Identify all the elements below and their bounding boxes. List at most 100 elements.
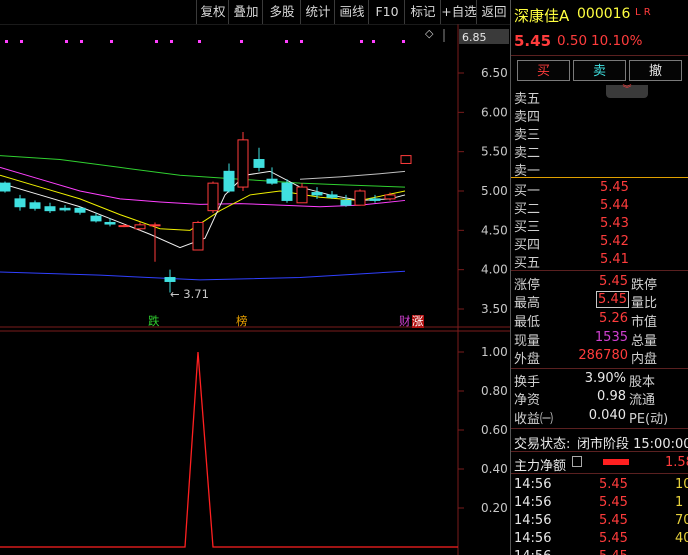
price-axis-tick: 6.50 bbox=[481, 66, 508, 80]
ma-line-gray bbox=[299, 170, 406, 180]
quote-value: 5.45 bbox=[596, 291, 629, 308]
kline-chart-area[interactable]: 6.50 6.00 5.50 5.00 4.50 4.00 3.50 6.85 ◇ 1.00 0.8… bbox=[0, 0, 510, 555]
fund-value: 3.90% bbox=[584, 371, 626, 386]
toolbar-button-4[interactable]: 画线 bbox=[334, 0, 369, 24]
tick-time: 14:56 bbox=[514, 495, 552, 510]
candlestick bbox=[281, 179, 293, 203]
event-marker-zhang[interactable]: 涨 bbox=[412, 314, 424, 328]
quote-label: 量比 bbox=[631, 296, 658, 311]
diamond-icon[interactable]: ◇ bbox=[425, 27, 434, 40]
toolbar-button-3[interactable]: 统计 bbox=[300, 0, 335, 24]
sell-button[interactable]: 卖 bbox=[573, 60, 626, 81]
candlestick bbox=[192, 220, 204, 251]
quote-value: 5.45 bbox=[599, 274, 628, 289]
sell-level-label: 卖二 bbox=[514, 146, 541, 161]
price-change-pct: 10.10% bbox=[591, 33, 643, 49]
stock-code: 000016 bbox=[577, 6, 631, 22]
buy-level-price: 5.41 bbox=[600, 252, 629, 267]
collapse-toggle[interactable]: ︾ bbox=[606, 85, 648, 98]
fund-label: 净资 bbox=[514, 393, 541, 408]
tick-price: 5.45 bbox=[599, 549, 628, 555]
price-axis-tick: 5.00 bbox=[481, 184, 508, 198]
candlestick bbox=[29, 200, 41, 211]
price-axis-current: 6.85 bbox=[462, 31, 487, 44]
tick-price: 5.45 bbox=[599, 495, 628, 510]
toolbar-button-0[interactable]: 复权 bbox=[196, 0, 229, 24]
stock-flags: L R bbox=[635, 7, 651, 18]
main-flow-value: 1.58 bbox=[665, 455, 688, 470]
toolbar-button-6[interactable]: 标记 bbox=[404, 0, 441, 24]
toolbar-button-1[interactable]: 叠加 bbox=[228, 0, 263, 24]
buy-level-price: 5.42 bbox=[600, 234, 629, 249]
tick-volume: 70 bbox=[675, 513, 688, 528]
quote-value: 5.26 bbox=[599, 311, 628, 326]
cancel-button[interactable]: 撤 bbox=[629, 60, 682, 81]
quote-label: 市值 bbox=[631, 315, 658, 330]
candlestick bbox=[326, 191, 338, 199]
quote-label: 总量 bbox=[631, 334, 658, 349]
buy-level-price: 5.44 bbox=[600, 198, 629, 213]
fund-value: 0.040 bbox=[588, 408, 626, 423]
candlestick bbox=[59, 205, 71, 212]
candlestick bbox=[354, 189, 366, 206]
price-axis-tick: 3.50 bbox=[481, 302, 508, 316]
tick-price: 5.45 bbox=[599, 531, 628, 546]
indicator-axis-tick: 0.20 bbox=[481, 501, 508, 515]
quote-label: 现量 bbox=[514, 334, 541, 349]
buy-button[interactable]: 买 bbox=[517, 60, 570, 81]
trade-status-value: 闭市阶段 15:00:00 bbox=[577, 437, 688, 452]
quote-label: 跌停 bbox=[631, 278, 658, 293]
candlestick bbox=[207, 181, 219, 214]
candlestick bbox=[237, 132, 249, 191]
quote-label: 最高 bbox=[514, 296, 541, 311]
sell-level-label: 卖四 bbox=[514, 110, 541, 125]
tick-volume: 10 bbox=[675, 477, 688, 492]
candlestick bbox=[266, 167, 278, 185]
buy-level-label: 买一 bbox=[514, 184, 541, 199]
buy-level-label: 买三 bbox=[514, 220, 541, 235]
price-axis-tick: 6.00 bbox=[481, 105, 508, 119]
stock-name[interactable]: 深康佳A bbox=[514, 5, 569, 26]
sell-level-label: 卖三 bbox=[514, 128, 541, 143]
indicator-axis-tick: 0.60 bbox=[481, 423, 508, 437]
candlestick bbox=[400, 155, 412, 164]
event-marker-bang[interactable]: 榜 bbox=[236, 314, 248, 328]
event-marker-die[interactable]: 跌 bbox=[148, 314, 160, 328]
candlestick bbox=[14, 194, 26, 211]
event-marker-cai[interactable]: 财 bbox=[399, 314, 411, 328]
price-change: 0.50 bbox=[557, 33, 588, 49]
candlestick bbox=[253, 147, 265, 172]
tick-time: 14:56 bbox=[514, 549, 551, 555]
toolbar-button-7[interactable]: +自选 bbox=[440, 0, 477, 24]
buy-level-price: 5.43 bbox=[600, 216, 629, 231]
buy-level-price: 5.45 bbox=[600, 180, 629, 195]
quote-label: 外盘 bbox=[514, 352, 541, 367]
fund-value: 0.98 bbox=[597, 389, 626, 404]
indicator-axis-tick: 1.00 bbox=[481, 345, 508, 359]
fund-label: 收益㈠ bbox=[514, 412, 554, 427]
ma-line-blue bbox=[0, 270, 406, 281]
indicator-line bbox=[0, 351, 458, 548]
main-flow-icon[interactable] bbox=[572, 456, 582, 467]
candlestick bbox=[74, 206, 86, 215]
candlestick bbox=[340, 194, 352, 207]
fund-label: 换手 bbox=[514, 375, 541, 390]
last-price: 5.45 bbox=[514, 32, 552, 50]
price-axis-tick: 4.00 bbox=[481, 263, 508, 277]
ma-line-green bbox=[0, 155, 406, 188]
fund-label: 股本 bbox=[629, 375, 656, 390]
toolbar-button-2[interactable]: 多股 bbox=[262, 0, 301, 24]
candlestick bbox=[118, 224, 130, 228]
quote-label: 内盘 bbox=[631, 352, 658, 367]
toolbar-button-8[interactable]: 返回 bbox=[476, 0, 511, 24]
sell-level-label: 卖五 bbox=[514, 92, 541, 107]
toolbar-button-5[interactable]: F10 bbox=[368, 0, 405, 24]
trade-status-label: 交易状态: bbox=[514, 437, 571, 452]
tick-price: 5.45 bbox=[599, 477, 628, 492]
quote-value: 1535 bbox=[594, 330, 628, 345]
candlestick bbox=[134, 222, 146, 231]
tick-time: 14:56 bbox=[514, 513, 552, 528]
buy-level-label: 买四 bbox=[514, 238, 541, 253]
tick-volume: 40 bbox=[675, 531, 688, 546]
fund-label: PE(动) bbox=[629, 412, 669, 427]
